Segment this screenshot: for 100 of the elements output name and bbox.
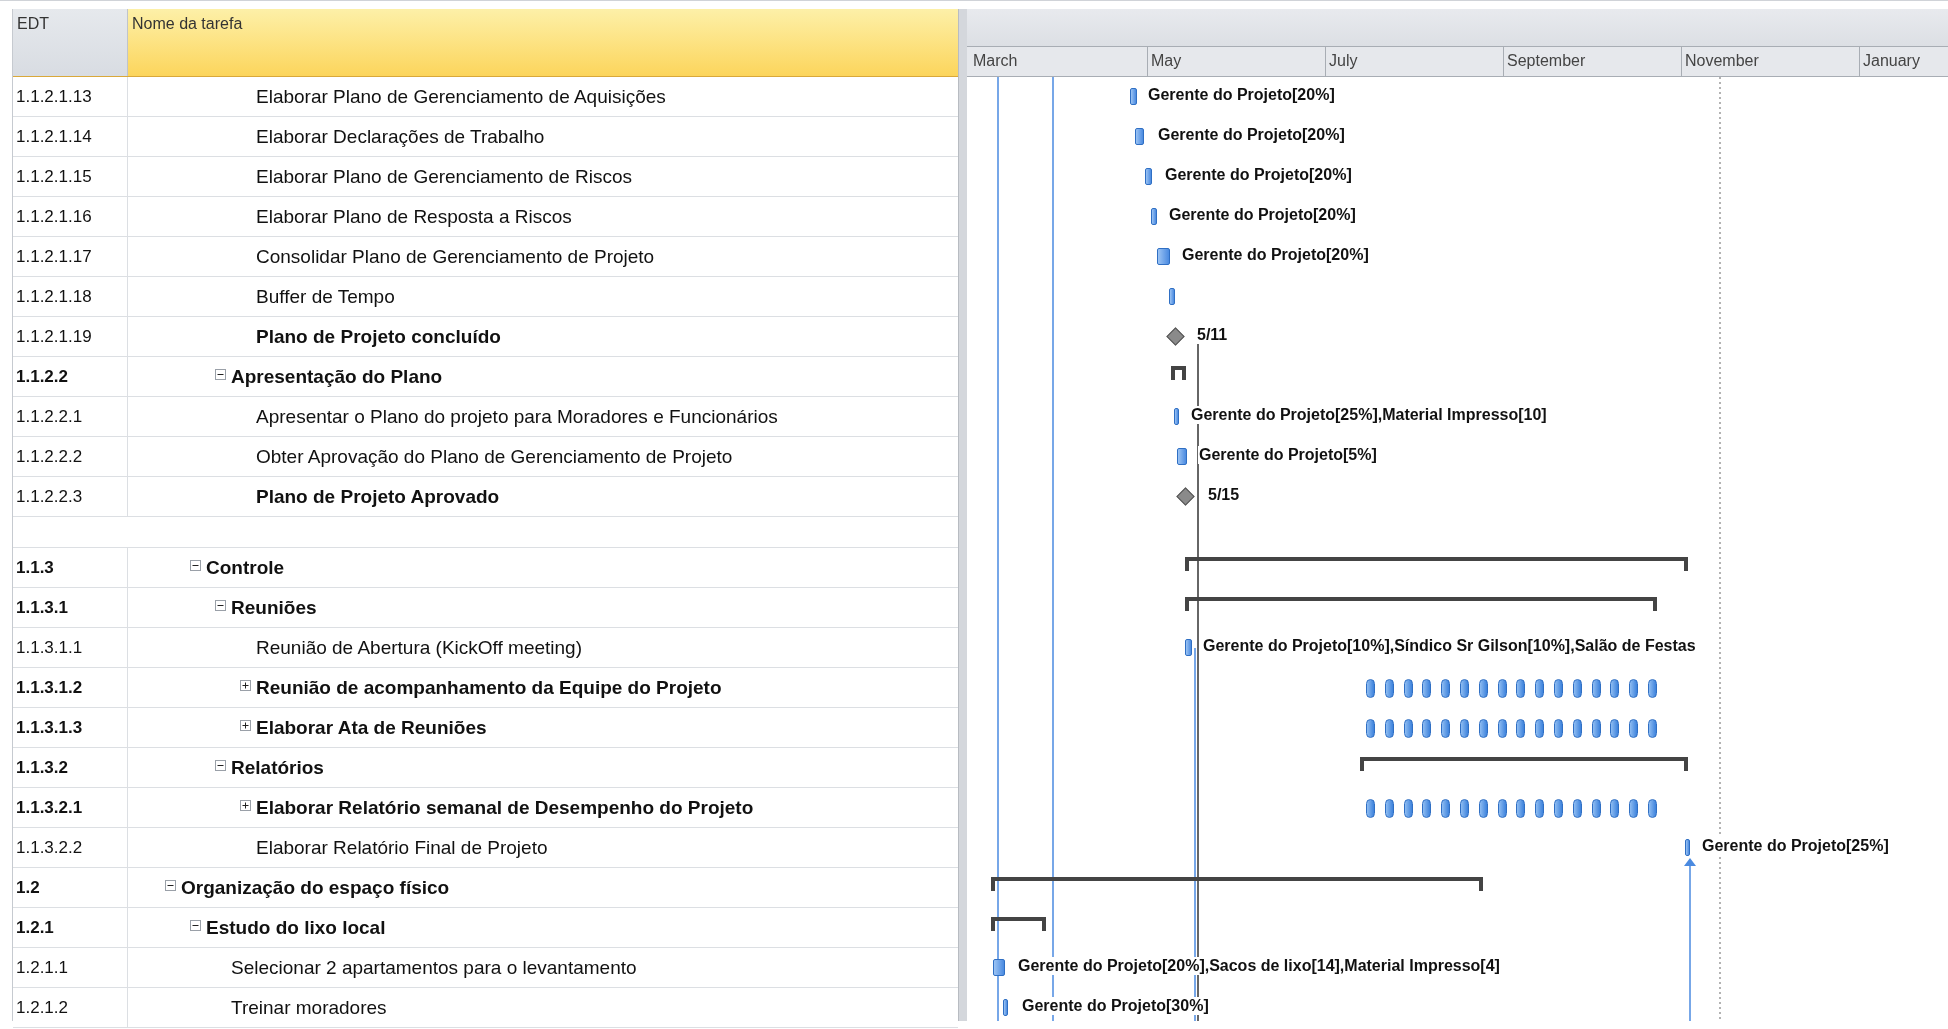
task-bar[interactable] xyxy=(1591,719,1601,738)
task-bar[interactable] xyxy=(1629,799,1639,818)
task-bar[interactable] xyxy=(1403,719,1413,738)
expand-icon[interactable] xyxy=(240,799,251,811)
task-bar[interactable] xyxy=(1441,679,1451,698)
wbs-code: 1.1.3.2.2 xyxy=(16,837,83,858)
wbs-code: 1.1.2.1.19 xyxy=(16,326,92,347)
task-bar[interactable] xyxy=(1422,679,1432,698)
task-bar[interactable] xyxy=(1441,799,1451,818)
task-bar[interactable] xyxy=(1003,999,1008,1016)
task-name: Elaborar Plano de Gerenciamento de Riscos xyxy=(256,165,632,188)
task-bar[interactable] xyxy=(1535,719,1545,738)
wbs-code: 1.1.2.1.15 xyxy=(16,166,92,187)
task-bar[interactable] xyxy=(1610,799,1620,818)
task-bar[interactable] xyxy=(1174,408,1179,425)
task-bar[interactable] xyxy=(1460,679,1469,698)
timescale-label: March xyxy=(970,47,1148,76)
task-bar[interactable] xyxy=(1366,719,1375,738)
task-bar[interactable] xyxy=(1403,799,1413,818)
collapse-icon[interactable] xyxy=(215,368,226,380)
task-bar[interactable] xyxy=(1497,679,1507,698)
task-name: Elaborar Relatório semanal de Desempenho do Projeto xyxy=(256,796,754,819)
task-bar[interactable] xyxy=(1554,799,1563,818)
task-name: Estudo do lixo local xyxy=(206,916,386,939)
task-bar[interactable] xyxy=(1384,679,1394,698)
task-bar[interactable] xyxy=(1157,248,1170,265)
task-bar[interactable] xyxy=(1384,719,1394,738)
task-bar[interactable] xyxy=(1177,448,1187,465)
task-bar[interactable] xyxy=(993,959,1005,976)
task-bar[interactable] xyxy=(1422,799,1432,818)
summary-bar[interactable] xyxy=(991,917,1046,931)
task-name: Reuniões xyxy=(231,596,317,619)
task-bar[interactable] xyxy=(1516,799,1526,818)
task-bar[interactable] xyxy=(1572,799,1582,818)
collapse-icon[interactable] xyxy=(215,599,226,611)
task-bar[interactable] xyxy=(1554,719,1563,738)
task-bar[interactable] xyxy=(1535,679,1545,698)
task-bar[interactable] xyxy=(1403,679,1413,698)
task-name: Elaborar Ata de Reuniões xyxy=(256,716,487,739)
task-name: Reunião de acompanhamento da Equipe do Projeto xyxy=(256,676,722,699)
task-bar[interactable] xyxy=(1554,679,1563,698)
task-bar[interactable] xyxy=(1422,719,1432,738)
task-bar[interactable] xyxy=(1591,799,1601,818)
task-bar[interactable] xyxy=(1478,799,1488,818)
task-bar[interactable] xyxy=(1366,679,1375,698)
task-bar[interactable] xyxy=(1629,679,1639,698)
task-bar[interactable] xyxy=(1497,719,1507,738)
task-bar[interactable] xyxy=(1610,719,1620,738)
summary-bar[interactable] xyxy=(1171,366,1186,380)
task-name: Relatórios xyxy=(231,756,324,779)
collapse-icon[interactable] xyxy=(190,559,201,571)
summary-bar[interactable] xyxy=(1360,757,1688,771)
task-bar[interactable] xyxy=(1130,88,1137,105)
summary-bar[interactable] xyxy=(1185,597,1657,611)
task-bar[interactable] xyxy=(1145,168,1152,185)
task-bar[interactable] xyxy=(1460,719,1469,738)
task-bar[interactable] xyxy=(1151,208,1157,225)
column-header[interactable]: Nome da tarefa xyxy=(128,9,958,76)
task-name: Elaborar Plano de Resposta a Riscos xyxy=(256,205,572,228)
task-bar[interactable] xyxy=(1516,719,1526,738)
collapse-icon[interactable] xyxy=(215,759,226,771)
task-bar[interactable] xyxy=(1460,799,1469,818)
column-header[interactable]: EDT xyxy=(13,9,128,76)
task-name: Controle xyxy=(206,556,285,579)
task-bar[interactable] xyxy=(1591,679,1601,698)
timescale-label: May xyxy=(1148,47,1326,76)
task-bar[interactable] xyxy=(1497,799,1507,818)
collapse-icon[interactable] xyxy=(165,879,176,891)
task-bar[interactable] xyxy=(1366,799,1375,818)
task-bar[interactable] xyxy=(1648,679,1657,698)
task-bar[interactable] xyxy=(1629,719,1639,738)
task-bar[interactable] xyxy=(1610,679,1620,698)
task-bar[interactable] xyxy=(1135,128,1144,145)
task-bar[interactable] xyxy=(1572,679,1582,698)
task-name: Elaborar Plano de Gerenciamento de Aquisições xyxy=(256,85,666,108)
bar-label: Gerente do Projeto[20%] xyxy=(1168,206,1357,224)
task-bar[interactable] xyxy=(1384,799,1394,818)
wbs-code: 1.1.2.1.13 xyxy=(16,86,92,107)
task-bar[interactable] xyxy=(1169,288,1175,305)
expand-icon[interactable] xyxy=(240,679,251,691)
wbs-code: 1.1.2.2.2 xyxy=(16,446,83,467)
task-name: Apresentar o Plano do projeto para Moradores e Funcionários xyxy=(256,405,778,428)
expand-icon[interactable] xyxy=(240,719,251,731)
wbs-code: 1.1.3.1.1 xyxy=(16,637,83,658)
task-bar[interactable] xyxy=(1535,799,1545,818)
wbs-code: 1.2.1.2 xyxy=(16,997,68,1018)
task-bar[interactable] xyxy=(1572,719,1582,738)
task-bar[interactable] xyxy=(1648,799,1657,818)
bar-label: Gerente do Projeto[10%],Síndico Sr Gilson[10%],Salão de Festas xyxy=(1202,637,1697,655)
task-bar[interactable] xyxy=(1478,719,1488,738)
summary-bar[interactable] xyxy=(991,877,1483,891)
collapse-icon[interactable] xyxy=(190,919,201,931)
task-bar[interactable] xyxy=(1478,679,1488,698)
summary-bar[interactable] xyxy=(1185,557,1688,571)
task-bar[interactable] xyxy=(1685,839,1690,856)
task-bar[interactable] xyxy=(1185,639,1192,656)
task-bar[interactable] xyxy=(1516,679,1526,698)
task-name: Consolidar Plano de Gerenciamento de Projeto xyxy=(256,245,655,268)
task-bar[interactable] xyxy=(1441,719,1451,738)
task-bar[interactable] xyxy=(1648,719,1657,738)
